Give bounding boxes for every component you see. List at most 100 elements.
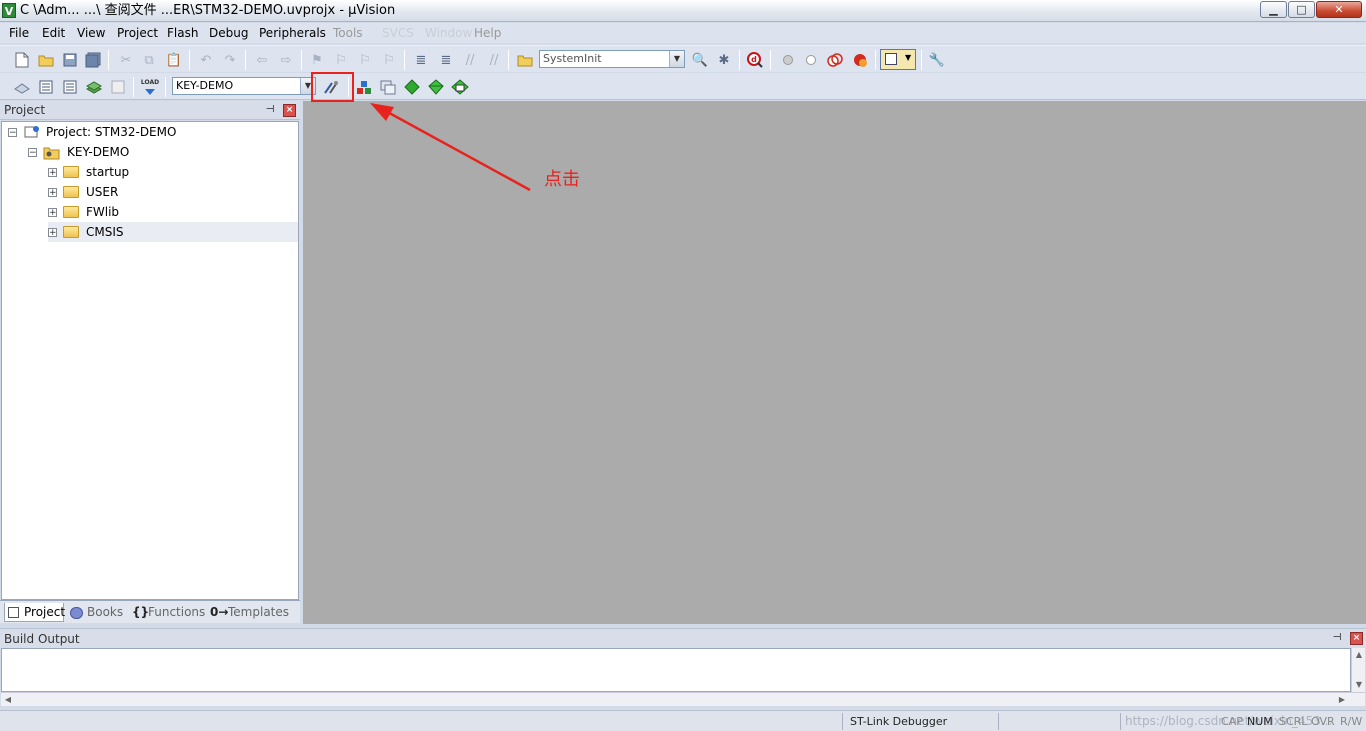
new-file-icon[interactable] <box>12 50 32 70</box>
menu-file[interactable]: File <box>9 25 29 41</box>
previous-bookmark-icon[interactable]: ⚐ <box>331 50 351 70</box>
build-icon[interactable] <box>36 77 56 97</box>
navigate-forward-icon[interactable]: ⇨ <box>276 50 296 70</box>
project-tree: − Project: STM32-DEMO − KEY-DEMO + start… <box>1 121 299 600</box>
batch-build-icon[interactable] <box>84 77 104 97</box>
debug-session-icon[interactable]: d <box>745 50 765 70</box>
function-combo[interactable]: SystemInit ▼ <box>539 50 685 68</box>
comment-icon[interactable]: // <box>460 50 480 70</box>
close-panel-icon[interactable]: × <box>283 104 296 117</box>
open-folder-icon[interactable] <box>36 50 56 70</box>
menu-window[interactable]: Window <box>425 25 472 41</box>
build-output-vertical-scrollbar[interactable]: ▲ ▼ <box>1351 648 1365 692</box>
maximize-button[interactable]: □ <box>1288 1 1315 18</box>
expand-icon[interactable]: + <box>48 228 57 238</box>
clear-bookmarks-icon[interactable]: ⚐ <box>379 50 399 70</box>
svg-text:d: d <box>751 55 757 64</box>
translate-icon[interactable] <box>12 77 32 97</box>
menu-view[interactable]: View <box>77 25 105 41</box>
copy-icon[interactable]: ⧉ <box>139 50 159 70</box>
status-separator <box>842 713 843 730</box>
find-in-files-icon[interactable] <box>515 50 535 70</box>
incremental-find-icon[interactable]: ✱ <box>714 50 734 70</box>
books-icon <box>70 607 83 619</box>
group-label-cmsis: CMSIS <box>86 225 124 239</box>
expand-icon[interactable]: + <box>48 188 57 198</box>
file-extensions-icon[interactable] <box>378 77 398 97</box>
folder-icon <box>63 206 79 218</box>
kill-breakpoints-icon[interactable] <box>850 50 870 70</box>
status-debugger: ST-Link Debugger <box>850 715 948 728</box>
pin-icon[interactable]: ⊣ <box>1331 632 1343 644</box>
tab-books[interactable]: Books <box>68 603 126 622</box>
scroll-left-icon[interactable]: ◀ <box>1 693 15 707</box>
close-window-button[interactable]: ✕ <box>1316 1 1362 18</box>
toolbar-separator <box>301 50 302 70</box>
target-combo[interactable]: KEY-DEMO ▼ <box>172 77 316 95</box>
scroll-right-icon[interactable]: ▶ <box>1335 693 1349 707</box>
uncomment-icon[interactable]: // <box>484 50 504 70</box>
tab-project-label: Project <box>24 605 66 619</box>
status-separator <box>1120 713 1121 730</box>
toolbar-separator <box>404 50 405 70</box>
manage-project-items-icon[interactable] <box>354 77 374 97</box>
save-icon[interactable] <box>60 50 80 70</box>
cut-icon[interactable]: ✂ <box>116 50 136 70</box>
indent-icon[interactable]: ≣ <box>411 50 431 70</box>
tab-project[interactable]: Project <box>4 603 66 622</box>
collapse-icon[interactable]: − <box>8 128 17 138</box>
menu-project[interactable]: Project <box>117 25 158 41</box>
chevron-down-icon[interactable]: ▼ <box>669 51 684 67</box>
configure-wrench-icon[interactable]: 🔧 <box>927 50 947 70</box>
pack-installer-icon[interactable] <box>426 77 446 97</box>
rebuild-icon[interactable] <box>60 77 80 97</box>
menu-flash[interactable]: Flash <box>167 25 198 41</box>
enable-breakpoint-icon[interactable] <box>801 50 821 70</box>
menu-help[interactable]: Help <box>474 25 501 41</box>
save-all-icon[interactable] <box>83 50 103 70</box>
download-load-button[interactable]: LOAD <box>140 77 160 97</box>
expand-icon[interactable]: + <box>48 208 57 218</box>
next-bookmark-icon[interactable]: ⚐ <box>355 50 375 70</box>
expand-icon[interactable]: + <box>48 168 57 178</box>
collapse-icon[interactable]: − <box>28 148 37 158</box>
menu-svcs[interactable]: SVCS <box>382 25 414 41</box>
group-label-user: USER <box>86 185 119 199</box>
minimize-button[interactable]: ▁ <box>1260 1 1287 18</box>
manage-rte-icon[interactable] <box>450 77 470 97</box>
tab-templates[interactable]: 0→ Templates <box>208 603 290 622</box>
project-panel-header: Project ⊣ × <box>0 101 300 120</box>
find-icon[interactable]: 🔍 <box>690 50 710 70</box>
title-bar: V C \Adm... ...\ 查阅文件 ...ER\STM32-DEMO.u… <box>0 0 1366 22</box>
target-folder-icon <box>43 147 60 160</box>
disable-breakpoints-icon[interactable] <box>825 50 845 70</box>
pin-icon[interactable]: ⊣ <box>264 104 276 116</box>
function-combo-value: SystemInit <box>543 52 602 65</box>
menu-tools[interactable]: Tools <box>333 25 363 41</box>
navigate-back-icon[interactable]: ⇦ <box>252 50 272 70</box>
insert-bookmark-icon[interactable]: ⚑ <box>307 50 327 70</box>
stop-build-icon[interactable] <box>108 77 128 97</box>
scroll-down-icon[interactable]: ▼ <box>1352 678 1366 692</box>
scroll-up-icon[interactable]: ▲ <box>1352 648 1366 662</box>
window-layout-button[interactable]: ▼ <box>880 49 916 70</box>
tab-functions[interactable]: {} Functions <box>130 603 205 622</box>
toolbar-separator <box>245 50 246 70</box>
redo-icon[interactable]: ↷ <box>220 50 240 70</box>
green-diamond-icon[interactable] <box>402 77 422 97</box>
folder-icon <box>63 186 79 198</box>
menu-edit[interactable]: Edit <box>42 25 65 41</box>
close-panel-icon[interactable]: × <box>1350 632 1363 645</box>
toolbar-separator <box>921 50 922 70</box>
build-output-header: Build Output ⊣ × <box>0 628 1366 648</box>
insert-breakpoint-icon[interactable] <box>778 50 798 70</box>
menu-peripherals[interactable]: Peripherals <box>259 25 326 41</box>
menu-debug[interactable]: Debug <box>209 25 248 41</box>
build-output-text[interactable] <box>1 648 1351 692</box>
paste-icon[interactable]: 📋 <box>164 50 184 70</box>
build-output-horizontal-scrollbar[interactable]: ◀ ▶ <box>1 692 1365 706</box>
unindent-icon[interactable]: ≣ <box>436 50 456 70</box>
tree-group-row-selected[interactable]: + CMSIS <box>48 222 298 242</box>
load-label: LOAD <box>140 78 160 86</box>
undo-icon[interactable]: ↶ <box>196 50 216 70</box>
